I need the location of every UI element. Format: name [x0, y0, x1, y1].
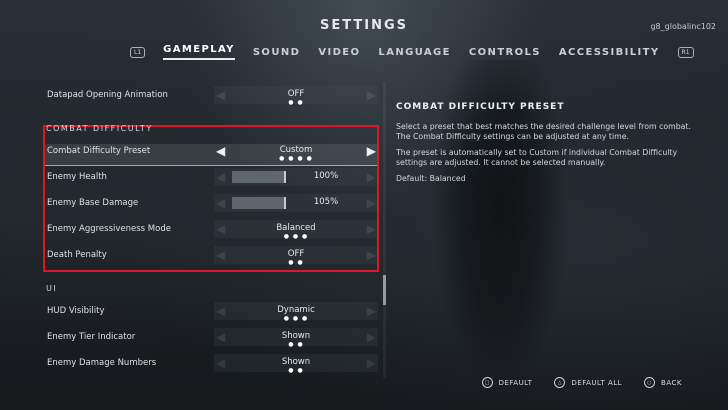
setting-value-box[interactable]: ◀ Shown ● ● ▶ — [214, 354, 378, 374]
arrow-right-icon[interactable]: ▶ — [367, 356, 376, 370]
setting-label: Enemy Damage Numbers — [47, 358, 157, 368]
back-label: BACK — [661, 378, 682, 387]
setting-value: OFF — [287, 249, 305, 259]
setting-value-box[interactable]: ◀ Shown ● ● ▶ — [214, 328, 378, 348]
scrollbar[interactable] — [383, 82, 386, 378]
section-combat-difficulty: COMBAT DIFFICULTY — [46, 124, 153, 133]
setting-datapad-animation[interactable]: Datapad Opening Animation ◀ OFF ● ● ▶ — [40, 82, 384, 108]
tab-controls[interactable]: CONTROLS — [469, 47, 541, 58]
square-button-icon: □ — [481, 377, 493, 388]
option-dots: ● ● — [288, 259, 304, 266]
triangle-button-icon: △ — [554, 377, 566, 388]
right-bumper-icon[interactable]: R1 — [677, 46, 694, 58]
back-button[interactable]: ○ BACK — [644, 377, 682, 388]
arrow-right-icon[interactable]: ▶ — [367, 144, 376, 158]
setting-label: Enemy Base Damage — [47, 198, 139, 208]
setting-enemy-tier[interactable]: Enemy Tier Indicator ◀ Shown ● ● ▶ — [40, 324, 384, 350]
setting-hud-visibility[interactable]: HUD Visibility ◀ Dynamic ● ● ● ▶ — [40, 298, 384, 324]
setting-aggressiveness[interactable]: Enemy Aggressiveness Mode ◀ Balanced ● ●… — [40, 216, 384, 242]
arrow-right-icon[interactable]: ▶ — [367, 248, 376, 262]
tab-accessibility[interactable]: ACCESSIBILITY — [559, 47, 660, 58]
default-button[interactable]: □ DEFAULT — [481, 377, 533, 388]
setting-value-box[interactable]: ◀ Balanced ● ● ● ▶ — [214, 220, 378, 240]
setting-value: Dynamic — [277, 305, 315, 315]
settings-list: Datapad Opening Animation ◀ OFF ● ● ▶ CO… — [40, 82, 384, 376]
circle-button-icon: ○ — [644, 377, 656, 388]
setting-value: OFF — [287, 89, 305, 99]
setting-enemy-damage[interactable]: Enemy Base Damage ◀ 105% ▶ — [40, 190, 384, 216]
setting-label: Enemy Aggressiveness Mode — [47, 224, 171, 234]
description-default: Default: Balanced — [396, 174, 466, 183]
setting-enemy-health[interactable]: Enemy Health ◀ 100% ▶ — [40, 164, 384, 190]
setting-value: Shown — [281, 331, 311, 341]
setting-value-box[interactable]: ◀ Custom ● ● ● ● ▶ — [214, 142, 378, 162]
arrow-right-icon[interactable]: ▶ — [367, 170, 376, 184]
setting-label: Enemy Health — [47, 172, 107, 182]
arrow-left-icon[interactable]: ◀ — [216, 170, 225, 184]
option-dots: ● ● ● — [283, 233, 309, 240]
setting-label: Death Penalty — [47, 250, 107, 260]
header: SETTINGS g8_globalinc102 L1 GAMEPLAY SOU… — [0, 0, 728, 68]
option-dots: ● ● — [288, 99, 304, 106]
setting-value-box[interactable]: ◀ 105% ▶ — [214, 194, 378, 212]
setting-value-box[interactable]: ◀ OFF ● ● ▶ — [214, 86, 378, 106]
setting-value: 105% — [313, 197, 339, 207]
tab-video[interactable]: VIDEO — [318, 47, 360, 58]
default-label: DEFAULT — [498, 378, 533, 387]
setting-value: Balanced — [276, 223, 316, 233]
footer-prompts: □ DEFAULT △ DEFAULT ALL ○ BACK — [481, 377, 682, 388]
default-all-label: DEFAULT ALL — [571, 378, 623, 387]
setting-label: Enemy Tier Indicator — [47, 332, 136, 342]
tab-gameplay[interactable]: GAMEPLAY — [163, 44, 235, 60]
description-text: Select a preset that best matches the de… — [396, 122, 691, 141]
option-dots: ● ● ● ● — [279, 155, 313, 162]
setting-value-box[interactable]: ◀ OFF ● ● ▶ — [214, 246, 378, 266]
setting-value: Custom — [279, 145, 313, 155]
setting-death-penalty[interactable]: Death Penalty ◀ OFF ● ● ▶ — [40, 242, 384, 268]
description-title: COMBAT DIFFICULTY PRESET — [396, 102, 565, 112]
setting-label: HUD Visibility — [47, 306, 105, 316]
arrow-right-icon[interactable]: ▶ — [367, 88, 376, 102]
section-ui: UI — [46, 284, 58, 293]
username: g8_globalinc102 — [650, 22, 716, 31]
option-dots: ● ● ● — [283, 315, 309, 322]
arrow-right-icon[interactable]: ▶ — [367, 330, 376, 344]
option-dots: ● ● — [288, 341, 304, 348]
scrollbar-thumb[interactable] — [383, 275, 386, 305]
tab-sound[interactable]: SOUND — [253, 47, 301, 58]
setting-value-box[interactable]: ◀ 100% ▶ — [214, 168, 378, 186]
setting-label: Combat Difficulty Preset — [47, 146, 151, 156]
option-dots: ● ● — [288, 367, 304, 374]
setting-combat-preset[interactable]: Combat Difficulty Preset ◀ Custom ● ● ● … — [40, 138, 384, 164]
arrow-left-icon[interactable]: ◀ — [216, 196, 225, 210]
description-text: The preset is automatically set to Custo… — [396, 148, 678, 167]
arrow-right-icon[interactable]: ▶ — [367, 222, 376, 236]
setting-value: 100% — [313, 171, 339, 181]
left-bumper-icon[interactable]: L1 — [130, 46, 146, 58]
setting-value: Shown — [281, 357, 311, 367]
arrow-right-icon[interactable]: ▶ — [367, 196, 376, 210]
page-title: SETTINGS — [319, 18, 409, 33]
description-panel: COMBAT DIFFICULTY PRESET Select a preset… — [396, 102, 692, 190]
setting-damage-numbers[interactable]: Enemy Damage Numbers ◀ Shown ● ● ▶ — [40, 350, 384, 376]
tab-language[interactable]: LANGUAGE — [378, 47, 450, 58]
default-all-button[interactable]: △ DEFAULT ALL — [554, 377, 622, 388]
setting-label: Datapad Opening Animation — [47, 90, 168, 100]
arrow-right-icon[interactable]: ▶ — [367, 304, 376, 318]
setting-value-box[interactable]: ◀ Dynamic ● ● ● ▶ — [214, 302, 378, 322]
tab-bar: L1 GAMEPLAY SOUND VIDEO LANGUAGE CONTROL… — [130, 44, 694, 60]
